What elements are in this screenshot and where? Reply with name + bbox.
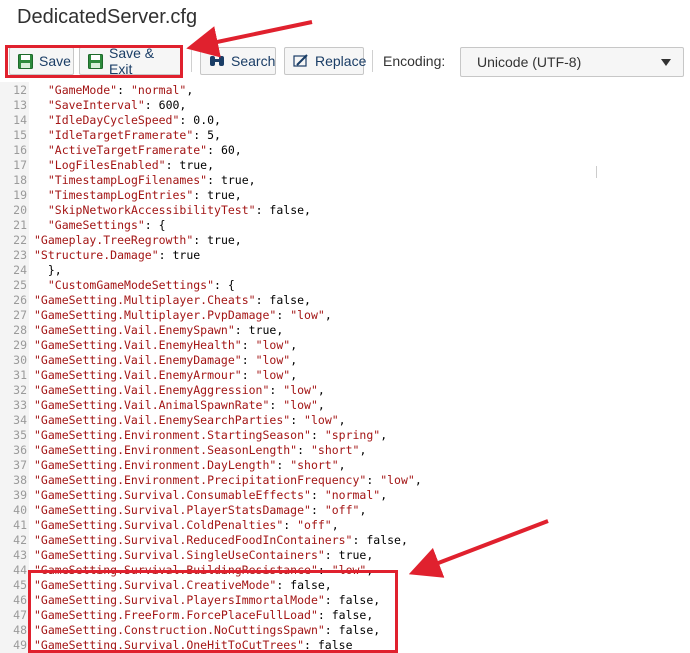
annotation-arrows (186, 20, 549, 578)
annotation-arrow (408, 519, 549, 578)
annotation-arrow (186, 20, 313, 58)
